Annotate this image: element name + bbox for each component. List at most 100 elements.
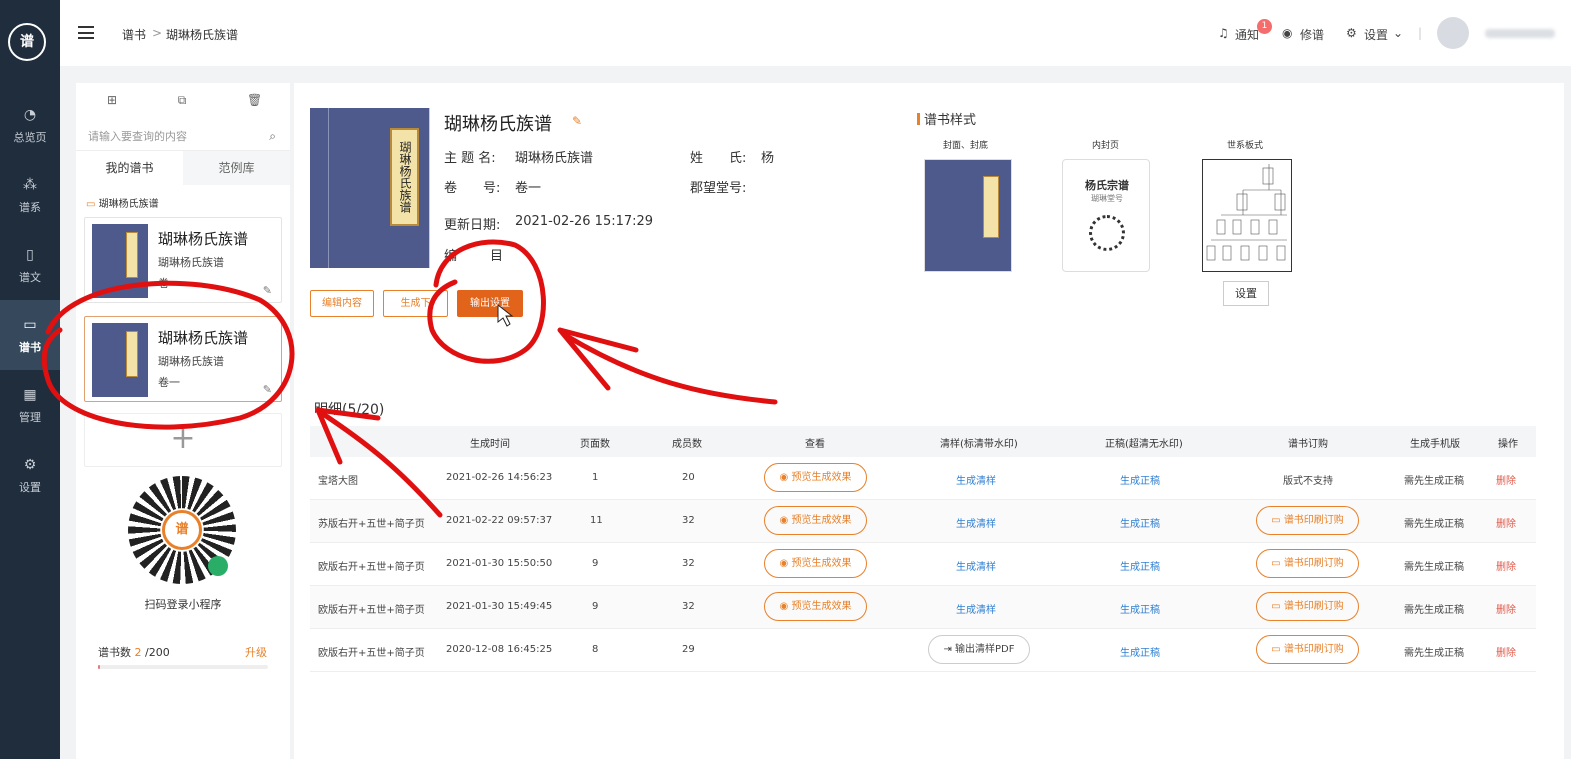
chart-style-thumb[interactable]: [1202, 159, 1292, 272]
generate-proof-link[interactable]: 生成清样: [956, 472, 996, 487]
preview-button[interactable]: ◉ 预览生成效果: [764, 506, 867, 535]
tab-samples[interactable]: 范例库: [183, 151, 290, 185]
nav-lineage[interactable]: ⁂ 谱系: [0, 160, 60, 230]
preview-label: 预览生成效果: [791, 515, 852, 526]
table-row: 宝塔大图 2021-02-26 14:56:23 1 20 ◉ 预览生成效果 生…: [310, 457, 1536, 500]
style-settings-button[interactable]: 设置: [1223, 281, 1269, 306]
export-settings-button[interactable]: 输出设置: [457, 290, 523, 317]
inner-page-title: 杨氏宗谱: [1085, 179, 1129, 192]
nav-overview[interactable]: ◔ 总览页: [0, 90, 60, 160]
notify-link[interactable]: 通知: [1235, 26, 1259, 43]
export-proof-pdf-button[interactable]: ⇥ 输出清样PDF: [928, 635, 1030, 664]
seal-image: [1089, 215, 1125, 251]
nav-manage[interactable]: ▦ 管理: [0, 370, 60, 440]
order-print-button[interactable]: ▭ 谱书印刷订购: [1256, 635, 1359, 664]
col-order: 谱书订购: [1288, 439, 1328, 450]
pie-chart-icon: ◔: [23, 107, 37, 123]
username-blurred[interactable]: [1485, 29, 1555, 38]
generate-final-link[interactable]: 生成正稿: [1120, 601, 1160, 616]
eye-icon[interactable]: ◉: [1282, 26, 1292, 40]
generate-proof-link[interactable]: 生成清样: [956, 558, 996, 573]
inner-page-thumb[interactable]: 杨氏宗谱 瑚琳堂号: [1062, 159, 1150, 272]
volume-value: 卷一: [515, 181, 542, 196]
gear-icon[interactable]: ⚙: [1346, 26, 1357, 40]
edit-title-icon[interactable]: ✎: [572, 114, 582, 128]
quota-bar-fill: [98, 665, 100, 669]
generate-final-link[interactable]: 生成正稿: [1120, 644, 1160, 659]
preview-label: 预览生成效果: [791, 472, 852, 483]
generate-final-link[interactable]: 生成正稿: [1120, 472, 1160, 487]
order-print-button[interactable]: ▭ 谱书印刷订购: [1256, 549, 1359, 578]
nav-books[interactable]: ▭ 谱书: [0, 300, 60, 370]
avatar[interactable]: [1437, 17, 1469, 49]
search-icon[interactable]: ⌕: [269, 129, 276, 144]
tree-chart-preview: [1206, 164, 1287, 261]
generate-proof-link[interactable]: 生成清样: [956, 601, 996, 616]
delete-link[interactable]: 删除: [1496, 644, 1516, 659]
notify-badge: 1: [1257, 19, 1272, 34]
row-pages: 1: [592, 472, 599, 483]
delete-link[interactable]: 删除: [1496, 601, 1516, 616]
bell-icon[interactable]: ♫: [1218, 26, 1229, 40]
generate-final-link[interactable]: 生成正稿: [1120, 515, 1160, 530]
nav-texts[interactable]: ▯ 谱文: [0, 230, 60, 300]
edit-content-button[interactable]: 编辑内容: [310, 290, 374, 317]
folder-item[interactable]: ▭ 瑚琳杨氏族谱: [86, 195, 159, 210]
order-print-button[interactable]: ▭ 谱书印刷订购: [1256, 592, 1359, 621]
edit-genealogy-link[interactable]: 修谱: [1300, 26, 1324, 43]
generate-proof-link[interactable]: 生成清样: [956, 515, 996, 530]
book-card-volume: 卷一: [158, 376, 180, 389]
extra-value: 目: [490, 249, 504, 264]
book-card-selected[interactable]: 瑚琳杨氏族谱 瑚琳杨氏族谱 卷一 ✎: [84, 316, 282, 402]
qr-caption: 扫码登录小程序: [144, 598, 222, 611]
edit-icon[interactable]: ✎: [263, 383, 272, 396]
tab-my-books[interactable]: 我的谱书: [76, 151, 183, 185]
trash-icon[interactable]: 🗑: [247, 93, 262, 107]
new-book-icon[interactable]: ⊞: [105, 93, 119, 107]
row-name: 欧版右开+五世+简子页: [318, 605, 425, 616]
delete-link[interactable]: 删除: [1496, 472, 1516, 487]
generate-final-link[interactable]: 生成正稿: [1120, 558, 1160, 573]
edit-icon[interactable]: ✎: [263, 284, 272, 297]
book-card-subtitle: 瑚琳杨氏族谱: [158, 355, 224, 368]
row-members: 32: [682, 515, 695, 526]
nav-label: 总览页: [13, 131, 47, 144]
menu-collapse-icon[interactable]: [78, 26, 94, 39]
book-card[interactable]: 瑚琳杨氏族谱 瑚琳杨氏族谱 卷一 ✎: [84, 217, 282, 303]
top-bar: 谱书 > 瑚琳杨氏族谱 ♫ 通知 1 ◉ 修谱 ⚙ 设置 ⌄ |: [60, 0, 1571, 66]
quota-bar: [98, 665, 268, 669]
preview-button[interactable]: ◉ 预览生成效果: [764, 592, 867, 621]
copy-icon[interactable]: ⧉: [175, 93, 189, 107]
row-time: 2021-01-30 15:49:45: [446, 601, 553, 612]
col-view: 查看: [805, 439, 825, 450]
generate-button[interactable]: 生成下: [383, 290, 448, 317]
nav-settings[interactable]: ⚙ 设置: [0, 440, 60, 510]
row-name: 欧版右开+五世+简子页: [318, 562, 425, 573]
preview-button[interactable]: ◉ 预览生成效果: [764, 463, 867, 492]
settings-menu[interactable]: 设置: [1364, 26, 1388, 43]
delete-link[interactable]: 删除: [1496, 515, 1516, 530]
date-label: 更新日期:: [444, 218, 501, 233]
row-time: 2020-12-08 16:45:25: [446, 644, 553, 655]
mobile-status: 需先生成正稿: [1404, 562, 1464, 573]
app-logo[interactable]: 谱: [8, 23, 46, 61]
order-print-button[interactable]: ▭ 谱书印刷订购: [1256, 506, 1359, 535]
chevron-down-icon[interactable]: ⌄: [1393, 26, 1403, 40]
row-members: 20: [682, 472, 695, 483]
row-pages: 11: [590, 515, 603, 526]
delete-link[interactable]: 删除: [1496, 558, 1516, 573]
book-quota: 谱书数 2 /200: [98, 644, 170, 660]
extra-label: 编: [444, 249, 458, 264]
sidebar: 谱 ◔ 总览页 ⁂ 谱系 ▯ 谱文 ▭ 谱书 ▦ 管理 ⚙ 设置: [0, 0, 60, 759]
upgrade-link[interactable]: 升级: [245, 644, 267, 660]
search-input[interactable]: 请输入要查询的内容 ⌕: [76, 121, 290, 151]
add-book-button[interactable]: +: [84, 413, 282, 467]
book-icon: ▭: [1271, 515, 1284, 526]
cover-style-thumb[interactable]: [924, 159, 1012, 272]
breadcrumb-current: 瑚琳杨氏族谱: [166, 28, 239, 42]
breadcrumb-root[interactable]: 谱书: [122, 26, 146, 43]
row-pages: 8: [592, 644, 599, 655]
preview-button[interactable]: ◉ 预览生成效果: [764, 549, 867, 578]
book-detail: 瑚琳杨氏族谱 瑚琳杨氏族谱 ✎ 主 题 名: 瑚琳杨氏族谱 姓 氏: 杨 卷 号…: [294, 83, 1564, 759]
wechat-icon: [208, 556, 228, 576]
